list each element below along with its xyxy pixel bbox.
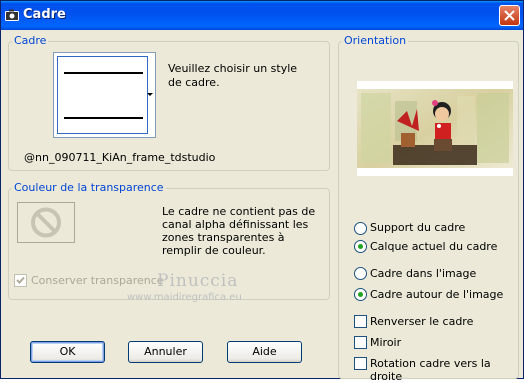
watermark-url: www.maidiregrafica.eu — [127, 292, 242, 303]
cadre-legend: Cadre — [12, 34, 49, 47]
flip-checkbox[interactable] — [354, 315, 367, 328]
frame-style-picker[interactable] — [53, 52, 156, 138]
chevron-down-icon — [147, 93, 153, 96]
frame-name: @nn_090711_KiAn_frame_tdstudio — [24, 151, 216, 164]
frame-bottom-line — [64, 117, 143, 119]
transparency-message: Le cadre ne contient pas de canal alpha … — [162, 205, 316, 257]
help-button[interactable]: Aide — [227, 341, 302, 363]
layer-label: Calque actuel du cadre — [370, 240, 498, 253]
layer-radio[interactable] — [354, 240, 367, 253]
cadre-dialog: Cadre Cadre Veuillez choisir un style de… — [0, 0, 524, 383]
frame-dropdown-button[interactable] — [146, 53, 155, 137]
rotate-label: Rotation cadre vers la droite — [370, 357, 491, 383]
checkmark-icon — [16, 276, 25, 284]
title-bar[interactable]: Cadre — [1, 1, 523, 30]
frame-top-line — [64, 72, 143, 74]
support-label: Support du cadre — [370, 221, 466, 234]
ok-button[interactable]: OK — [30, 341, 105, 363]
radio-selected-dot — [358, 244, 363, 249]
cancel-button[interactable]: Annuler — [128, 341, 203, 363]
close-button[interactable] — [499, 5, 520, 26]
inside-label: Cadre dans l'image — [370, 267, 477, 280]
close-icon — [504, 10, 515, 21]
orientation-legend: Orientation — [342, 34, 409, 47]
keep-transparency-label: Conserver transparence — [31, 274, 164, 287]
transparency-color-swatch — [17, 202, 75, 243]
transparency-legend: Couleur de la transparence — [12, 181, 166, 194]
mirror-checkbox[interactable] — [354, 336, 367, 349]
prohibited-icon — [31, 207, 61, 238]
watermark-name: Pinuccia — [157, 271, 239, 291]
around-label: Cadre autour de l'image — [370, 288, 504, 301]
rotate-checkbox[interactable] — [354, 357, 367, 370]
mirror-label: Miroir — [370, 336, 402, 349]
frame-prompt: Veuillez choisir un style de cadre. — [168, 62, 298, 89]
app-icon — [5, 9, 19, 21]
flip-label: Renverser le cadre — [370, 315, 474, 328]
preview-image — [357, 81, 513, 176]
support-radio[interactable] — [354, 222, 367, 235]
keep-transparency-checkbox[interactable] — [14, 274, 27, 287]
radio-selected-dot — [358, 292, 363, 297]
frame-thumbnail — [57, 56, 148, 134]
window-title: Cadre — [23, 7, 66, 22]
preview-picture — [357, 81, 513, 176]
around-radio[interactable] — [354, 288, 367, 301]
inside-radio[interactable] — [354, 267, 367, 280]
